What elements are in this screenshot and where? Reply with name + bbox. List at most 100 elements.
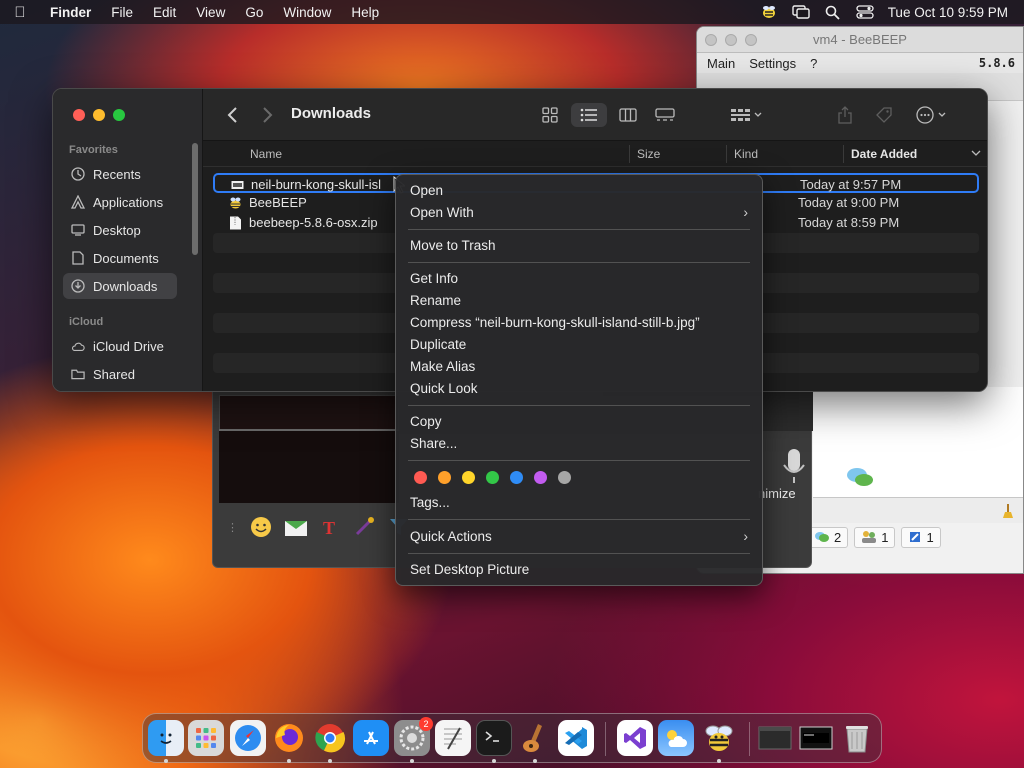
menu-go[interactable]: Go bbox=[235, 5, 273, 20]
column-view-icon[interactable] bbox=[617, 103, 639, 127]
tag-color-yellow[interactable] bbox=[462, 471, 475, 484]
sidebar-item-documents[interactable]: Documents bbox=[63, 245, 177, 271]
menu-item-make-alias[interactable]: Make Alias bbox=[410, 359, 475, 374]
clear-brush-icon[interactable] bbox=[1001, 503, 1015, 519]
menu-divider bbox=[408, 405, 750, 406]
tag-color-green[interactable] bbox=[486, 471, 499, 484]
menu-item-get-info[interactable]: Get Info bbox=[410, 271, 458, 286]
menu-view[interactable]: View bbox=[186, 5, 235, 20]
menu-item-open-with[interactable]: Open With bbox=[410, 205, 474, 220]
sidebar-item-downloads[interactable]: Downloads bbox=[63, 273, 177, 299]
gallery-view-icon[interactable] bbox=[653, 103, 677, 127]
instruments-dock-icon[interactable] bbox=[517, 720, 553, 756]
vscode-dock-icon[interactable] bbox=[558, 720, 594, 756]
status-chip-users[interactable]: 1 bbox=[854, 526, 896, 548]
beebeep-status-icon[interactable] bbox=[760, 4, 778, 20]
finder-dock-icon[interactable] bbox=[148, 720, 184, 756]
tag-color-purple[interactable] bbox=[534, 471, 547, 484]
menu-file[interactable]: File bbox=[101, 5, 143, 20]
dock: 2 bbox=[142, 713, 882, 763]
text-font-icon[interactable]: T bbox=[320, 516, 342, 538]
menu-item-quick-look[interactable]: Quick Look bbox=[410, 381, 478, 396]
sidebar-scrollbar[interactable] bbox=[192, 143, 198, 255]
menu-item-rename[interactable]: Rename bbox=[410, 293, 461, 308]
chat-bubbles-icon bbox=[847, 468, 873, 486]
download-icon bbox=[71, 279, 85, 293]
app-store-dock-icon[interactable] bbox=[353, 720, 389, 756]
status-chip-chats[interactable]: 2 bbox=[807, 526, 849, 548]
menu-item-move-to-trash[interactable]: Move to Trash bbox=[410, 238, 496, 253]
tag-color-orange[interactable] bbox=[438, 471, 451, 484]
launchpad-dock-icon[interactable] bbox=[188, 720, 224, 756]
sidebar-item-desktop[interactable]: Desktop bbox=[63, 217, 177, 243]
column-name[interactable]: Name bbox=[250, 147, 282, 161]
tag-icon[interactable] bbox=[873, 103, 895, 127]
microphone-icon[interactable] bbox=[779, 447, 809, 487]
back-icon[interactable] bbox=[223, 105, 243, 125]
menu-clock[interactable]: Tue Oct 10 9:59 PM bbox=[888, 5, 1008, 20]
minimize-label[interactable]: nimize bbox=[758, 486, 796, 501]
beebeep-menu-main[interactable]: Main bbox=[707, 56, 735, 71]
trash-dock-icon[interactable] bbox=[839, 720, 875, 756]
menu-item-quick-actions[interactable]: Quick Actions bbox=[410, 529, 492, 544]
shared-folder-icon bbox=[71, 367, 85, 381]
menu-item-share[interactable]: Share... bbox=[410, 436, 457, 451]
minimize-button[interactable] bbox=[93, 109, 105, 121]
menu-item-set-desktop-picture[interactable]: Set Desktop Picture bbox=[410, 562, 529, 577]
close-button[interactable] bbox=[73, 109, 85, 121]
send-mail-icon[interactable] bbox=[284, 517, 308, 537]
beebeep-dock-icon[interactable] bbox=[701, 720, 737, 756]
minimized-window-1-dock-icon[interactable] bbox=[757, 720, 793, 756]
terminal-dock-icon[interactable] bbox=[476, 720, 512, 756]
share-icon[interactable] bbox=[835, 103, 855, 127]
menu-item-open[interactable]: Open bbox=[410, 183, 443, 198]
zoom-button[interactable] bbox=[113, 109, 125, 121]
textedit-dock-icon[interactable] bbox=[435, 720, 471, 756]
chat-compose-pane[interactable] bbox=[219, 429, 399, 503]
control-center-icon[interactable] bbox=[856, 4, 874, 20]
tag-color-gray[interactable] bbox=[558, 471, 571, 484]
grip-handle[interactable]: ⋮ bbox=[227, 521, 238, 534]
beebeep-input-bar[interactable] bbox=[813, 497, 1023, 523]
menu-item-copy[interactable]: Copy bbox=[410, 414, 442, 429]
column-kind[interactable]: Kind bbox=[734, 147, 758, 161]
chrome-dock-icon[interactable] bbox=[312, 720, 348, 756]
firefox-dock-icon[interactable] bbox=[271, 720, 307, 756]
sidebar-item-shared[interactable]: Shared bbox=[63, 361, 177, 387]
menu-item-tags[interactable]: Tags... bbox=[410, 495, 450, 510]
system-settings-dock-icon[interactable]: 2 bbox=[394, 717, 433, 756]
spotlight-search-icon[interactable] bbox=[824, 4, 842, 20]
list-view-icon[interactable] bbox=[571, 103, 607, 127]
menu-item-compress[interactable]: Compress “neil-burn-kong-skull-island-st… bbox=[410, 315, 700, 330]
sidebar-item-applications[interactable]: Applications bbox=[63, 189, 177, 215]
more-actions-icon[interactable] bbox=[915, 103, 951, 127]
apple-menu-icon[interactable]:  bbox=[0, 4, 40, 21]
menu-item-duplicate[interactable]: Duplicate bbox=[410, 337, 466, 352]
color-picker-icon[interactable] bbox=[354, 516, 376, 538]
tag-color-red[interactable] bbox=[414, 471, 427, 484]
emoticon-icon[interactable] bbox=[250, 516, 272, 538]
minimized-window-2-dock-icon[interactable] bbox=[798, 720, 834, 756]
menu-help[interactable]: Help bbox=[341, 5, 389, 20]
forward-icon[interactable] bbox=[257, 105, 277, 125]
group-by-icon[interactable] bbox=[727, 103, 767, 127]
beebeep-menu-help[interactable]: ? bbox=[810, 56, 817, 71]
sidebar-item-recents[interactable]: Recents bbox=[63, 161, 177, 187]
column-size[interactable]: Size bbox=[637, 147, 660, 161]
safari-dock-icon[interactable] bbox=[230, 720, 266, 756]
clock-icon bbox=[71, 167, 85, 181]
tag-color-blue[interactable] bbox=[510, 471, 523, 484]
sort-chevron-icon[interactable] bbox=[971, 150, 981, 157]
beebeep-title: vm4 - BeeBEEP bbox=[813, 32, 907, 47]
menu-window[interactable]: Window bbox=[273, 5, 341, 20]
status-chip-files[interactable]: 1 bbox=[901, 526, 941, 548]
sidebar-item-icloud-drive[interactable]: iCloud Drive bbox=[63, 333, 177, 359]
visual-studio-dock-icon[interactable] bbox=[617, 720, 653, 756]
weather-dock-icon[interactable] bbox=[658, 720, 694, 756]
icon-view-icon[interactable] bbox=[539, 103, 561, 127]
menu-edit[interactable]: Edit bbox=[143, 5, 186, 20]
menu-app-finder[interactable]: Finder bbox=[40, 5, 101, 20]
column-date-added[interactable]: Date Added bbox=[851, 147, 917, 161]
screen-mirroring-icon[interactable] bbox=[791, 4, 810, 20]
beebeep-menu-settings[interactable]: Settings bbox=[749, 56, 796, 71]
